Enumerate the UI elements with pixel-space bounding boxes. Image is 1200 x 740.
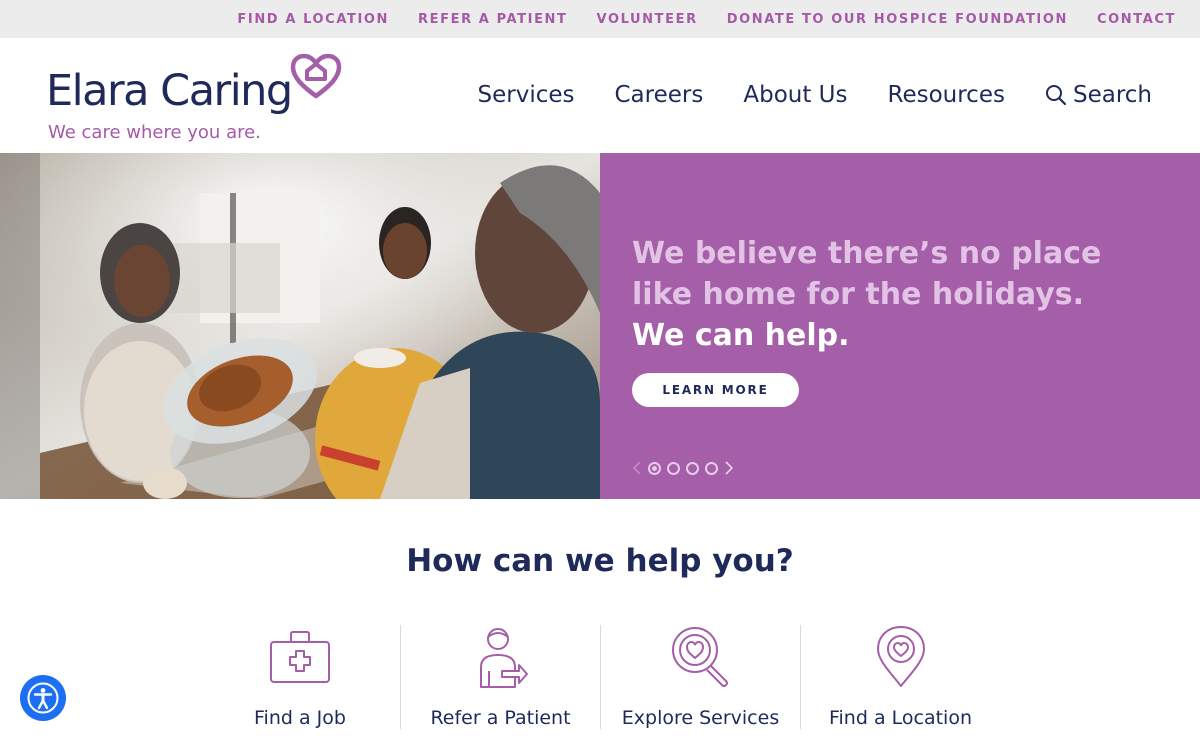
nav-services[interactable]: Services bbox=[478, 82, 575, 108]
utility-link-refer-patient[interactable]: REFER A PATIENT bbox=[418, 12, 568, 27]
magnifier-heart-icon bbox=[671, 627, 728, 687]
hero-heading-intro: We believe there’s no place like home fo… bbox=[632, 236, 1102, 312]
utility-link-contact[interactable]: CONTACT bbox=[1097, 12, 1176, 27]
main-nav: Services Careers About Us Resources Sear… bbox=[478, 82, 1153, 108]
search-icon bbox=[1045, 85, 1067, 106]
help-item-find-job[interactable]: Find a Job bbox=[200, 625, 400, 729]
utility-link-volunteer[interactable]: VOLUNTEER bbox=[597, 12, 698, 27]
help-items: Find a Job Refer a Patient Explore Servi… bbox=[200, 625, 1000, 729]
nav-resources[interactable]: Resources bbox=[888, 82, 1005, 108]
carousel-next-button[interactable] bbox=[724, 460, 734, 476]
help-item-find-location[interactable]: Find a Location bbox=[800, 625, 1000, 729]
accessibility-button[interactable] bbox=[20, 675, 66, 721]
accessibility-icon bbox=[27, 682, 59, 714]
chevron-left-icon bbox=[633, 461, 641, 475]
utility-link-donate[interactable]: DONATE TO OUR HOSPICE FOUNDATION bbox=[727, 12, 1068, 27]
nav-careers[interactable]: Careers bbox=[615, 82, 704, 108]
refer-person-icon bbox=[479, 628, 528, 688]
site-header: Elara Caring We care where you are. Serv… bbox=[0, 38, 1200, 153]
hero-panel: We believe there’s no place like home fo… bbox=[600, 153, 1200, 499]
carousel-dot-2[interactable] bbox=[667, 461, 680, 475]
chevron-right-icon bbox=[725, 461, 733, 475]
hero-heading-strong: We can help. bbox=[632, 318, 850, 353]
help-item-refer-patient[interactable]: Refer a Patient bbox=[400, 625, 600, 729]
learn-more-button[interactable]: LEARN MORE bbox=[632, 373, 799, 407]
help-label-refer-patient: Refer a Patient bbox=[430, 707, 571, 729]
help-label-find-job: Find a Job bbox=[254, 707, 346, 729]
help-label-find-location: Find a Location bbox=[828, 707, 972, 729]
nav-search[interactable]: Search bbox=[1045, 82, 1152, 108]
utility-nav: FIND A LOCATION REFER A PATIENT VOLUNTEE… bbox=[237, 0, 1176, 38]
utility-bar: FIND A LOCATION REFER A PATIENT VOLUNTEE… bbox=[0, 0, 1200, 38]
help-label-explore-services: Explore Services bbox=[621, 707, 780, 729]
location-heart-icon bbox=[876, 626, 925, 687]
hero-carousel: We believe there’s no place like home fo… bbox=[0, 153, 1200, 499]
help-item-explore-services[interactable]: Explore Services bbox=[600, 625, 800, 729]
hero-heading: We believe there’s no place like home fo… bbox=[632, 233, 1152, 356]
utility-link-find-location[interactable]: FIND A LOCATION bbox=[237, 12, 389, 27]
hero-photo bbox=[0, 153, 600, 499]
help-heading: How can we help you? bbox=[406, 543, 794, 579]
help-section: How can we help you? Find a Job Refer a … bbox=[0, 499, 1200, 740]
carousel-controls bbox=[632, 460, 734, 476]
logo-name: Elara Caring bbox=[46, 66, 293, 116]
carousel-dot-1[interactable] bbox=[648, 461, 661, 475]
carousel-prev-button[interactable] bbox=[632, 460, 642, 476]
holiday-dinner-photo bbox=[0, 153, 600, 499]
nav-search-label: Search bbox=[1072, 82, 1152, 108]
nav-about-us[interactable]: About Us bbox=[743, 82, 847, 108]
medical-kit-icon bbox=[270, 631, 330, 683]
logo-tagline: We care where you are. bbox=[48, 122, 261, 143]
carousel-dot-3[interactable] bbox=[686, 461, 699, 475]
heart-house-icon bbox=[290, 54, 342, 99]
logo[interactable]: Elara Caring We care where you are. bbox=[46, 46, 346, 146]
carousel-dot-4[interactable] bbox=[705, 461, 718, 475]
